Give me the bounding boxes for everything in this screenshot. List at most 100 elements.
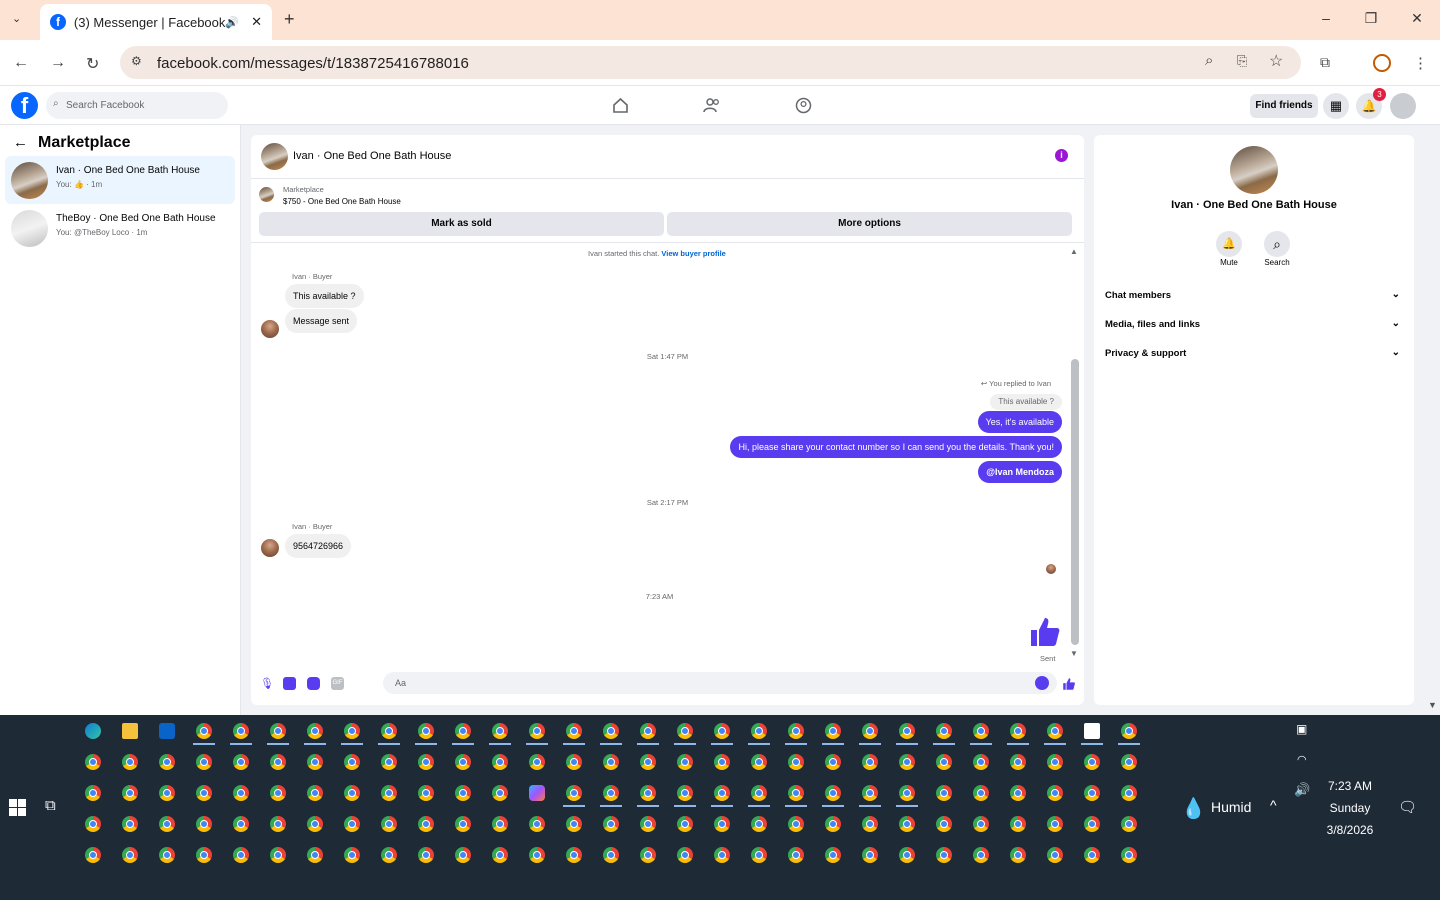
chrome-icon[interactable] xyxy=(529,723,545,739)
chrome-icon[interactable] xyxy=(751,847,767,863)
chrome-icon[interactable] xyxy=(640,816,656,832)
section-chat-members[interactable]: Chat members ⌄ xyxy=(1105,289,1405,301)
network-icon[interactable]: ◠ xyxy=(1297,753,1307,766)
new-tab-button[interactable]: + xyxy=(284,9,295,30)
chrome-icon[interactable] xyxy=(196,785,212,801)
facebook-logo-icon[interactable]: f xyxy=(11,92,38,119)
info-icon[interactable]: i xyxy=(1055,149,1068,162)
quoted-message[interactable]: This available ? xyxy=(990,394,1062,410)
chrome-icon[interactable] xyxy=(603,754,619,770)
chrome-icon[interactable] xyxy=(566,723,582,739)
chrome-icon[interactable] xyxy=(1047,785,1063,801)
search-chat-icon[interactable]: ⌕ xyxy=(1264,231,1290,257)
chrome-icon[interactable] xyxy=(1121,723,1137,739)
sender-avatar[interactable] xyxy=(261,539,279,557)
speaker-icon[interactable]: 🔊 xyxy=(225,16,239,29)
omnibox[interactable]: ⚙ facebook.com/messages/t/18387254167880… xyxy=(120,46,1301,79)
chrome-icon[interactable] xyxy=(936,754,952,770)
chrome-icon[interactable] xyxy=(603,816,619,832)
chrome-icon[interactable] xyxy=(788,754,804,770)
chrome-icon[interactable] xyxy=(973,847,989,863)
chrome-icon[interactable] xyxy=(1121,816,1137,832)
scroll-up-arrow[interactable]: ▲ xyxy=(1070,247,1078,256)
listing-thumbnail[interactable] xyxy=(259,187,274,202)
groups-icon[interactable] xyxy=(795,97,812,114)
chrome-icon[interactable] xyxy=(1084,785,1100,801)
url-text[interactable]: facebook.com/messages/t/1838725416788016 xyxy=(157,55,469,72)
chrome-icon[interactable] xyxy=(640,785,656,801)
like-button-icon[interactable] xyxy=(1062,677,1076,691)
chrome-icon[interactable] xyxy=(122,816,138,832)
minimize-button[interactable]: – xyxy=(1316,10,1336,30)
tab-close-icon[interactable]: ✕ xyxy=(251,14,262,30)
outgoing-message[interactable]: Yes, it's available xyxy=(977,411,1062,433)
chrome-icon[interactable] xyxy=(714,754,730,770)
chrome-icon[interactable] xyxy=(862,723,878,739)
section-privacy-support[interactable]: Privacy & support ⌄ xyxy=(1105,347,1405,359)
chrome-icon[interactable] xyxy=(455,847,471,863)
chrome-icon[interactable] xyxy=(899,723,915,739)
chrome-icon[interactable] xyxy=(85,785,101,801)
outlook-icon[interactable] xyxy=(159,723,175,739)
chrome-icon[interactable] xyxy=(862,754,878,770)
chrome-icon[interactable] xyxy=(899,785,915,801)
chrome-icon[interactable] xyxy=(677,754,693,770)
chrome-icon[interactable] xyxy=(233,723,249,739)
site-info-icon[interactable]: ⚙ xyxy=(131,54,142,68)
gif-icon[interactable]: GIF xyxy=(331,677,344,690)
task-view-icon[interactable]: ⧉ xyxy=(45,797,56,814)
chrome-icon[interactable] xyxy=(307,723,323,739)
chrome-icon[interactable] xyxy=(344,754,360,770)
chrome-icon[interactable] xyxy=(640,723,656,739)
chrome-icon[interactable] xyxy=(159,847,175,863)
chrome-icon[interactable] xyxy=(899,847,915,863)
home-icon[interactable] xyxy=(612,97,629,114)
chrome-icon[interactable] xyxy=(455,785,471,801)
install-app-icon[interactable]: ⎘ xyxy=(1237,53,1247,69)
chrome-icon[interactable] xyxy=(344,723,360,739)
chrome-icon[interactable] xyxy=(714,847,730,863)
chrome-icon[interactable] xyxy=(1121,785,1137,801)
thumbs-up-sent-icon[interactable] xyxy=(1028,615,1062,649)
clock[interactable]: 7:23 AM Sunday 3/8/2026 xyxy=(1318,775,1382,841)
conversation-item-ivan[interactable]: Ivan · One Bed One Bath House You: 👍 · 1… xyxy=(5,156,235,204)
chrome-icon[interactable] xyxy=(751,816,767,832)
chrome-icon[interactable] xyxy=(1047,723,1063,739)
file-explorer-icon[interactable] xyxy=(122,723,138,739)
chrome-icon[interactable] xyxy=(973,723,989,739)
chrome-icon[interactable] xyxy=(788,816,804,832)
chrome-icon[interactable] xyxy=(270,847,286,863)
chrome-icon[interactable] xyxy=(381,754,397,770)
back-arrow-icon[interactable]: ← xyxy=(13,134,28,151)
chrome-icon[interactable] xyxy=(1084,816,1100,832)
chrome-icon[interactable] xyxy=(603,847,619,863)
chrome-icon[interactable] xyxy=(973,816,989,832)
photo-icon[interactable] xyxy=(283,677,296,690)
store-icon[interactable] xyxy=(1084,723,1100,739)
chrome-icon[interactable] xyxy=(825,847,841,863)
chrome-icon[interactable] xyxy=(196,754,212,770)
chrome-icon[interactable] xyxy=(233,847,249,863)
chrome-icon[interactable] xyxy=(159,785,175,801)
incoming-message[interactable]: 9564726966 xyxy=(285,534,352,558)
chrome-icon[interactable] xyxy=(566,754,582,770)
chrome-icon[interactable] xyxy=(492,847,508,863)
chrome-icon[interactable] xyxy=(344,816,360,832)
chrome-icon[interactable] xyxy=(381,847,397,863)
more-options-button[interactable]: More options xyxy=(667,212,1072,236)
chrome-icon[interactable] xyxy=(899,816,915,832)
chrome-icon[interactable] xyxy=(529,847,545,863)
bookmark-star-icon[interactable]: ☆ xyxy=(1269,51,1283,71)
chrome-icon[interactable] xyxy=(344,847,360,863)
view-buyer-profile-link[interactable]: View buyer profile xyxy=(661,249,725,258)
emoji-icon[interactable] xyxy=(1035,676,1049,690)
chrome-icon[interactable] xyxy=(492,816,508,832)
chrome-icon[interactable] xyxy=(381,816,397,832)
chrome-icon[interactable] xyxy=(603,723,619,739)
chrome-icon[interactable] xyxy=(122,847,138,863)
chrome-icon[interactable] xyxy=(159,754,175,770)
forward-icon[interactable]: → xyxy=(50,54,68,72)
sticker-icon[interactable] xyxy=(307,677,320,690)
chrome-icon[interactable] xyxy=(714,816,730,832)
chrome-icon[interactable] xyxy=(640,754,656,770)
